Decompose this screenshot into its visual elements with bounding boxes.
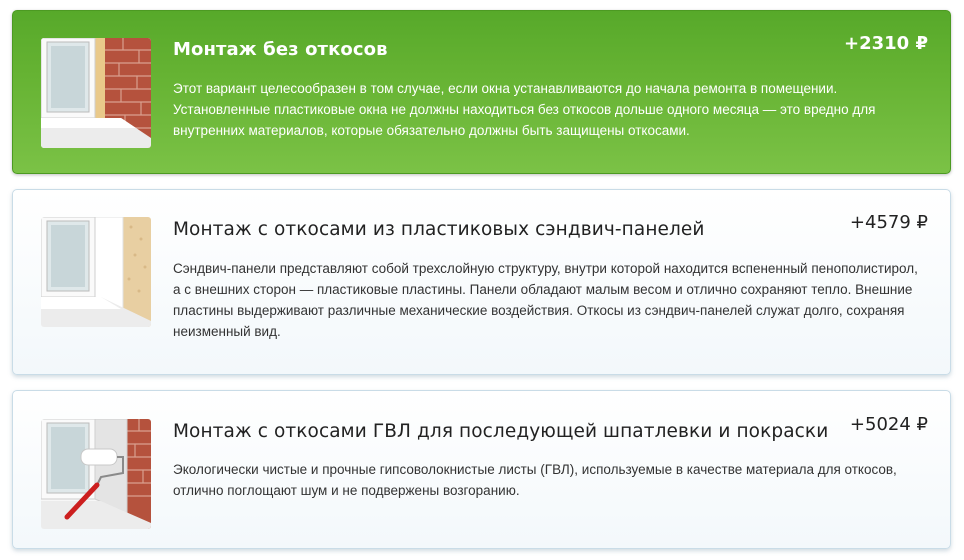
option-title: Монтаж без откосов xyxy=(173,39,388,60)
option-title: Монтаж с откосами из пластиковых сэндвич… xyxy=(173,219,705,240)
option-price: +2310 ₽ xyxy=(844,33,928,54)
window-paint-roller-icon xyxy=(41,419,151,529)
window-no-slopes-icon xyxy=(41,38,151,148)
window-sandwich-panel-icon xyxy=(41,217,151,327)
option-description: Сэндвич-панели представляют собой трехсл… xyxy=(173,261,918,339)
option-card-gvl-slopes[interactable]: Монтаж с откосами ГВЛ для последующей шп… xyxy=(12,390,951,549)
option-price: +4579 ₽ xyxy=(849,212,928,233)
option-card-no-slopes[interactable]: Монтаж без откосов +2310 ₽ Этот вариант … xyxy=(12,10,951,174)
option-description: Экологически чистые и прочные гипсоволок… xyxy=(173,462,897,498)
option-title: Монтаж с откосами ГВЛ для последующей шп… xyxy=(173,421,829,442)
option-price: +5024 ₽ xyxy=(849,414,928,435)
option-card-sandwich-panels[interactable]: Монтаж с откосами из пластиковых сэндвич… xyxy=(12,189,951,375)
option-description: Этот вариант целесообразен в том случае,… xyxy=(173,81,876,138)
